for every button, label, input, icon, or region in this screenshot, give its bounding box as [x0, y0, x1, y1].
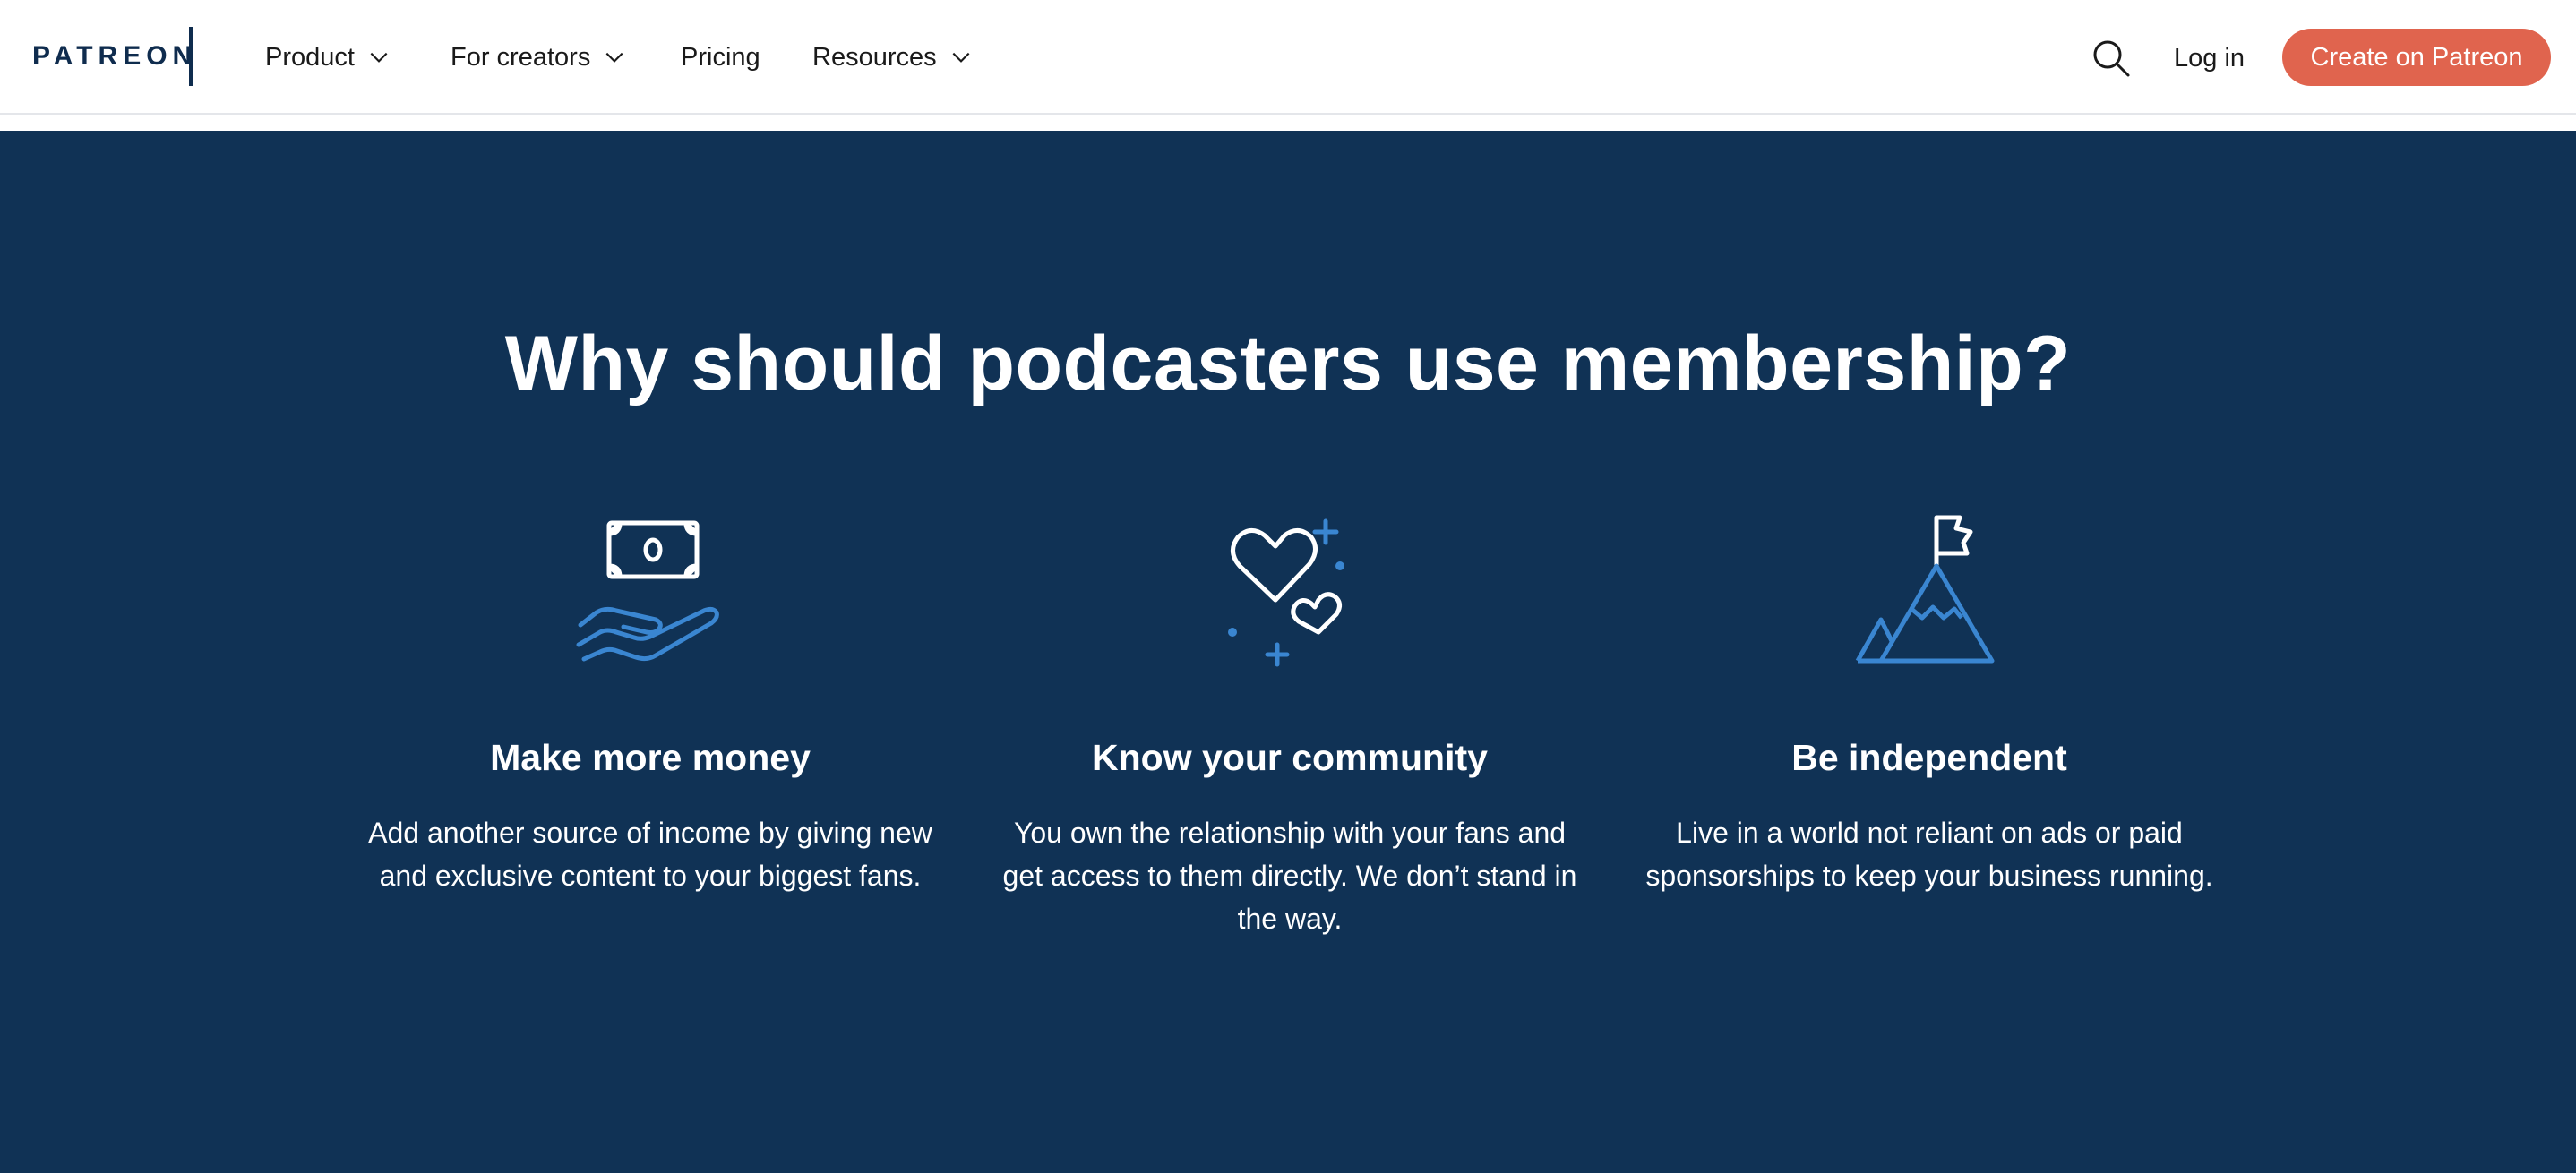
feature-heading: Be independent	[1791, 737, 2067, 778]
nav-pricing[interactable]: Pricing	[681, 39, 760, 75]
chevron-down-icon	[370, 52, 388, 63]
search-icon[interactable]	[2091, 38, 2132, 79]
logo-divider	[189, 27, 193, 86]
mountain-flag-icon	[1855, 515, 1995, 664]
feature-know-community: Know your community You own the relation…	[985, 510, 1594, 940]
feature-be-independent: Be independent Live in a world not relia…	[1625, 510, 2234, 897]
patreon-logo[interactable]: PATREON	[32, 41, 197, 72]
nav-resources[interactable]: Resources	[812, 39, 973, 75]
feature-description: Add another source of income by giving n…	[368, 817, 932, 892]
chevron-down-icon	[605, 52, 623, 63]
chevron-down-icon	[952, 52, 970, 63]
nav-for-creators[interactable]: For creators	[451, 39, 626, 75]
site-header: PATREON Product For creators Pricing Res…	[0, 0, 2576, 115]
feature-heading: Know your community	[1092, 737, 1488, 778]
feature-description: Live in a world not reliant on ads or pa…	[1645, 817, 2213, 892]
page: PATREON Product For creators Pricing Res…	[0, 0, 2576, 1173]
nav-for-creators-label: For creators	[451, 42, 591, 72]
nav-product[interactable]: Product	[265, 39, 391, 75]
feature-heading: Make more money	[490, 737, 811, 778]
nav-pricing-label: Pricing	[681, 42, 760, 72]
why-membership-section: Why should podcasters use membership? Ma…	[0, 131, 2576, 1173]
hearts-icon	[1228, 518, 1344, 667]
login-link[interactable]: Log in	[2174, 41, 2245, 75]
feature-make-money: Make more money Add another source of in…	[346, 510, 955, 897]
nav-product-label: Product	[265, 42, 355, 72]
money-in-hand-icon	[576, 520, 719, 662]
nav-resources-label: Resources	[812, 42, 937, 72]
feature-description: You own the relationship with your fans …	[1002, 817, 1577, 935]
create-on-patreon-button[interactable]: Create on Patreon	[2282, 29, 2551, 86]
section-title: Why should podcasters use membership?	[504, 321, 2072, 407]
